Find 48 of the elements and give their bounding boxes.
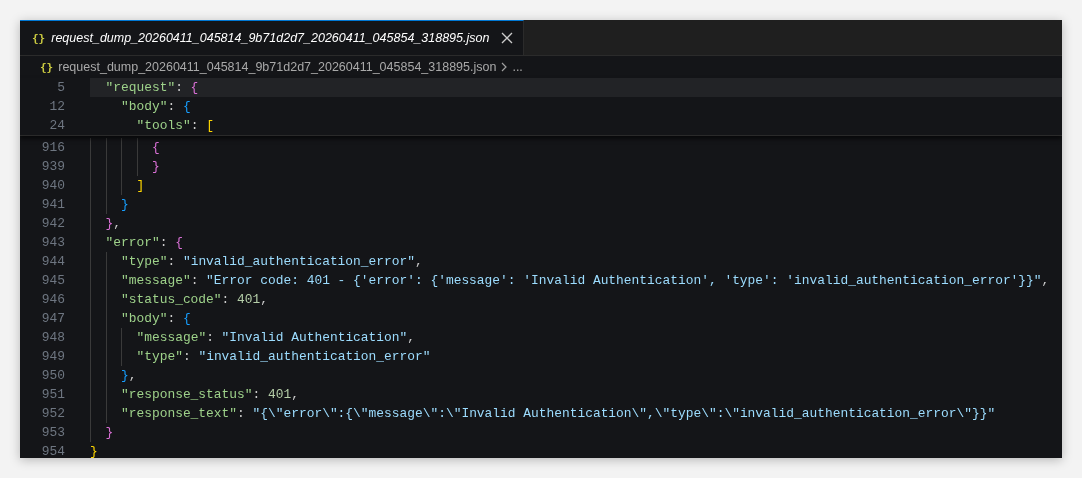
editor-tab[interactable]: {} request_dump_20260411_045814_9b71d2d7_20260411_045854_318895.json — [20, 20, 525, 55]
line-number: 949 — [40, 348, 65, 366]
code-line: } — [105, 424, 114, 442]
code-line: "error": { — [105, 234, 183, 252]
line-number: 941 — [40, 196, 65, 214]
code-line: }, — [105, 215, 121, 233]
code-line: "status_code": 401, — [121, 291, 269, 309]
code-line: "type": "invalid_authentication_error" — [136, 348, 431, 366]
code-line: "body": { — [121, 98, 191, 116]
code-line: "tools": [ — [136, 117, 214, 135]
line-number: 946 — [40, 291, 65, 309]
line-number: 950 — [40, 367, 65, 385]
code-line: } — [90, 443, 98, 458]
code-line: ] — [136, 177, 145, 195]
tab-title: request_dump_20260411_045814_9b71d2d7_20260411_045854_318895.json — [51, 31, 490, 45]
code-line: } — [152, 158, 160, 176]
line-number: 916 — [40, 139, 65, 157]
line-number: 942 — [40, 215, 65, 233]
code-line: "response_status": 401, — [121, 386, 299, 404]
line-number: 24 — [48, 117, 65, 135]
code-line: "type": "invalid_authentication_error", — [121, 253, 423, 271]
code-line: "body": { — [121, 310, 191, 328]
code-line: { — [152, 139, 160, 157]
line-number: 953 — [40, 424, 65, 442]
code-line: }, — [121, 367, 137, 385]
json-file-icon: {} — [32, 31, 46, 45]
line-number: 945 — [40, 272, 65, 290]
line-number: 940 — [40, 177, 65, 195]
line-number: 944 — [40, 253, 65, 271]
line-number: 951 — [40, 386, 65, 404]
code-line: "message": "Error code: 401 - {'error': {'message': 'Invalid Authentication', 'type': 'invalid_authentication_error'}}", — [121, 272, 1050, 290]
line-number: 939 — [40, 158, 65, 176]
line-number: 947 — [40, 310, 65, 328]
code-line: } — [121, 196, 129, 214]
line-number: 12 — [48, 98, 65, 116]
json-file-icon: {} — [40, 60, 54, 74]
line-number: 952 — [40, 405, 65, 423]
code-line: "response_text": "{\"error\":{\"message\":\"Invalid Authentication\",\"type\":\"invalid_authentication_error\"}}" — [121, 405, 996, 423]
chevron-right-icon — [501, 62, 508, 72]
line-number: 948 — [40, 329, 65, 347]
breadcrumb-item[interactable]: request_dump_20260411_045814_9b71d2d7_20260411_045854_318895.json — [58, 60, 497, 74]
code-line: "message": "Invalid Authentication", — [136, 329, 415, 347]
close-icon[interactable] — [501, 32, 514, 44]
line-number: 943 — [40, 234, 65, 252]
line-number: 954 — [40, 443, 65, 458]
breadcrumb-more[interactable]: ... — [512, 60, 523, 74]
code-line: "request": { — [105, 79, 199, 97]
line-number: 5 — [56, 79, 65, 97]
